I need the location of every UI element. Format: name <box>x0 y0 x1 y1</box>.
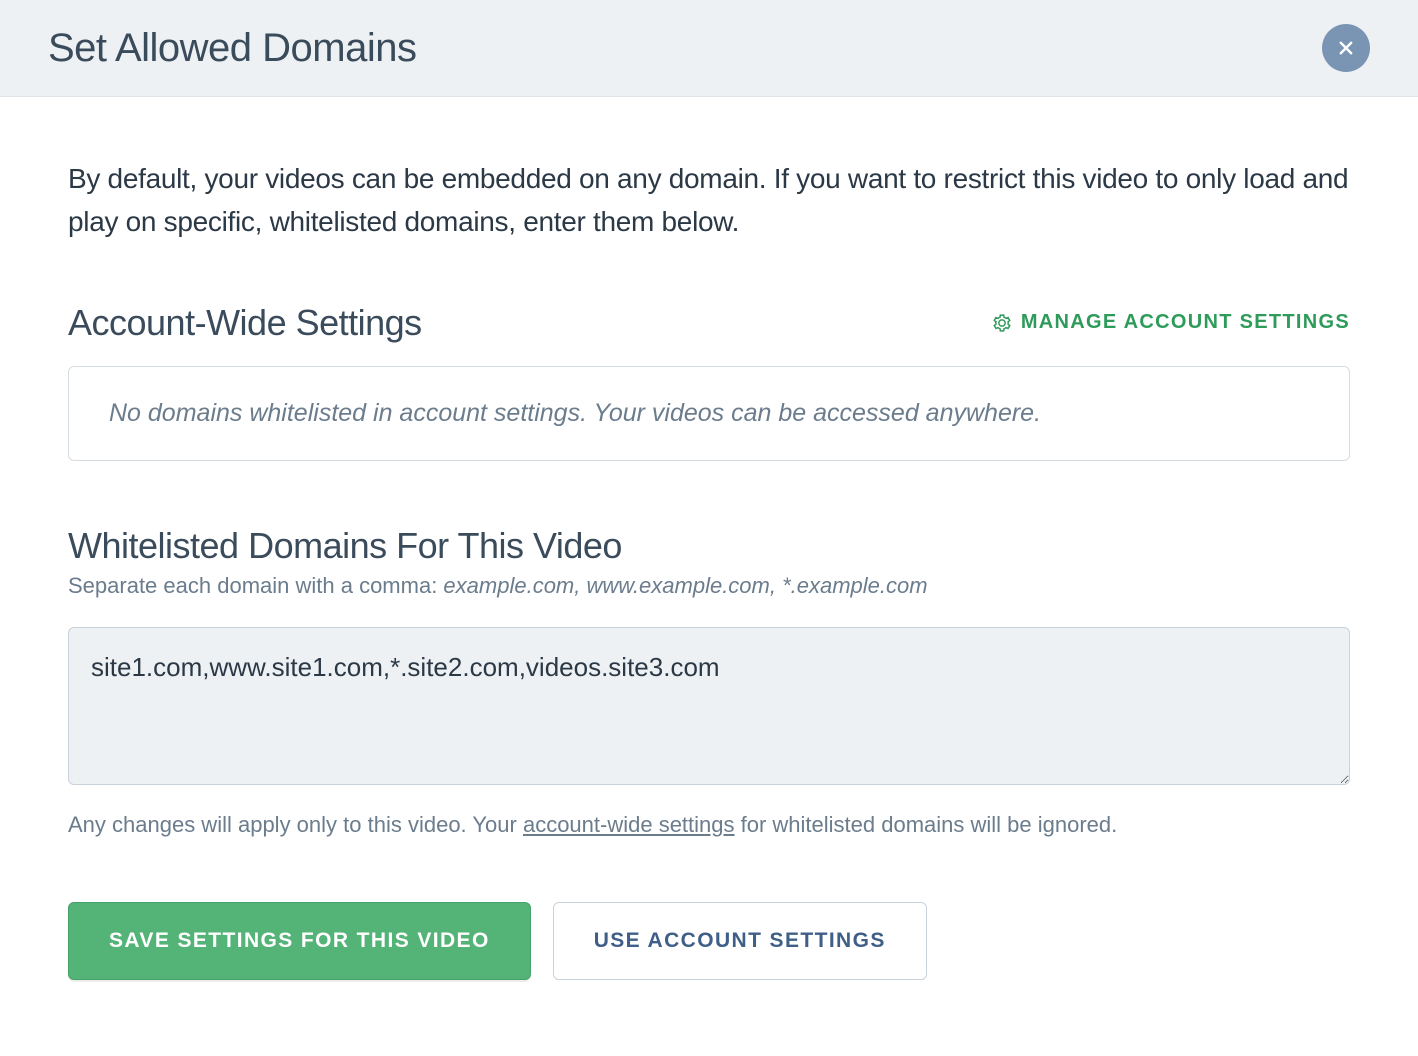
account-settings-header: Account-Wide Settings MANAGE ACCOUNT SET… <box>68 302 1350 344</box>
note-suffix: for whitelisted domains will be ignored. <box>735 812 1118 837</box>
intro-text: By default, your videos can be embedded … <box>68 157 1350 244</box>
account-domains-empty-message: No domains whitelisted in account settin… <box>68 366 1350 461</box>
button-row: SAVE SETTINGS FOR THIS VIDEO USE ACCOUNT… <box>68 902 1350 980</box>
save-settings-button[interactable]: SAVE SETTINGS FOR THIS VIDEO <box>68 902 531 980</box>
close-button[interactable] <box>1322 24 1370 72</box>
whitelisted-domains-input[interactable] <box>68 627 1350 785</box>
subheading-example: example.com, www.example.com, *.example.… <box>443 573 927 598</box>
use-account-settings-button[interactable]: USE ACCOUNT SETTINGS <box>553 902 927 980</box>
modal-body: By default, your videos can be embedded … <box>0 97 1418 1030</box>
close-icon <box>1337 39 1355 57</box>
modal-header: Set Allowed Domains <box>0 0 1418 97</box>
video-domains-subheading: Separate each domain with a comma: examp… <box>68 573 1350 599</box>
modal-title: Set Allowed Domains <box>48 26 416 71</box>
video-domains-note: Any changes will apply only to this vide… <box>68 812 1350 838</box>
video-domains-heading: Whitelisted Domains For This Video <box>68 525 1350 567</box>
account-wide-settings-link[interactable]: account-wide settings <box>523 812 735 837</box>
gear-icon <box>992 313 1012 333</box>
manage-account-settings-label: MANAGE ACCOUNT SETTINGS <box>1021 311 1350 334</box>
account-settings-heading: Account-Wide Settings <box>68 302 422 344</box>
subheading-prefix: Separate each domain with a comma: <box>68 573 443 598</box>
note-prefix: Any changes will apply only to this vide… <box>68 812 523 837</box>
manage-account-settings-link[interactable]: MANAGE ACCOUNT SETTINGS <box>992 311 1350 334</box>
